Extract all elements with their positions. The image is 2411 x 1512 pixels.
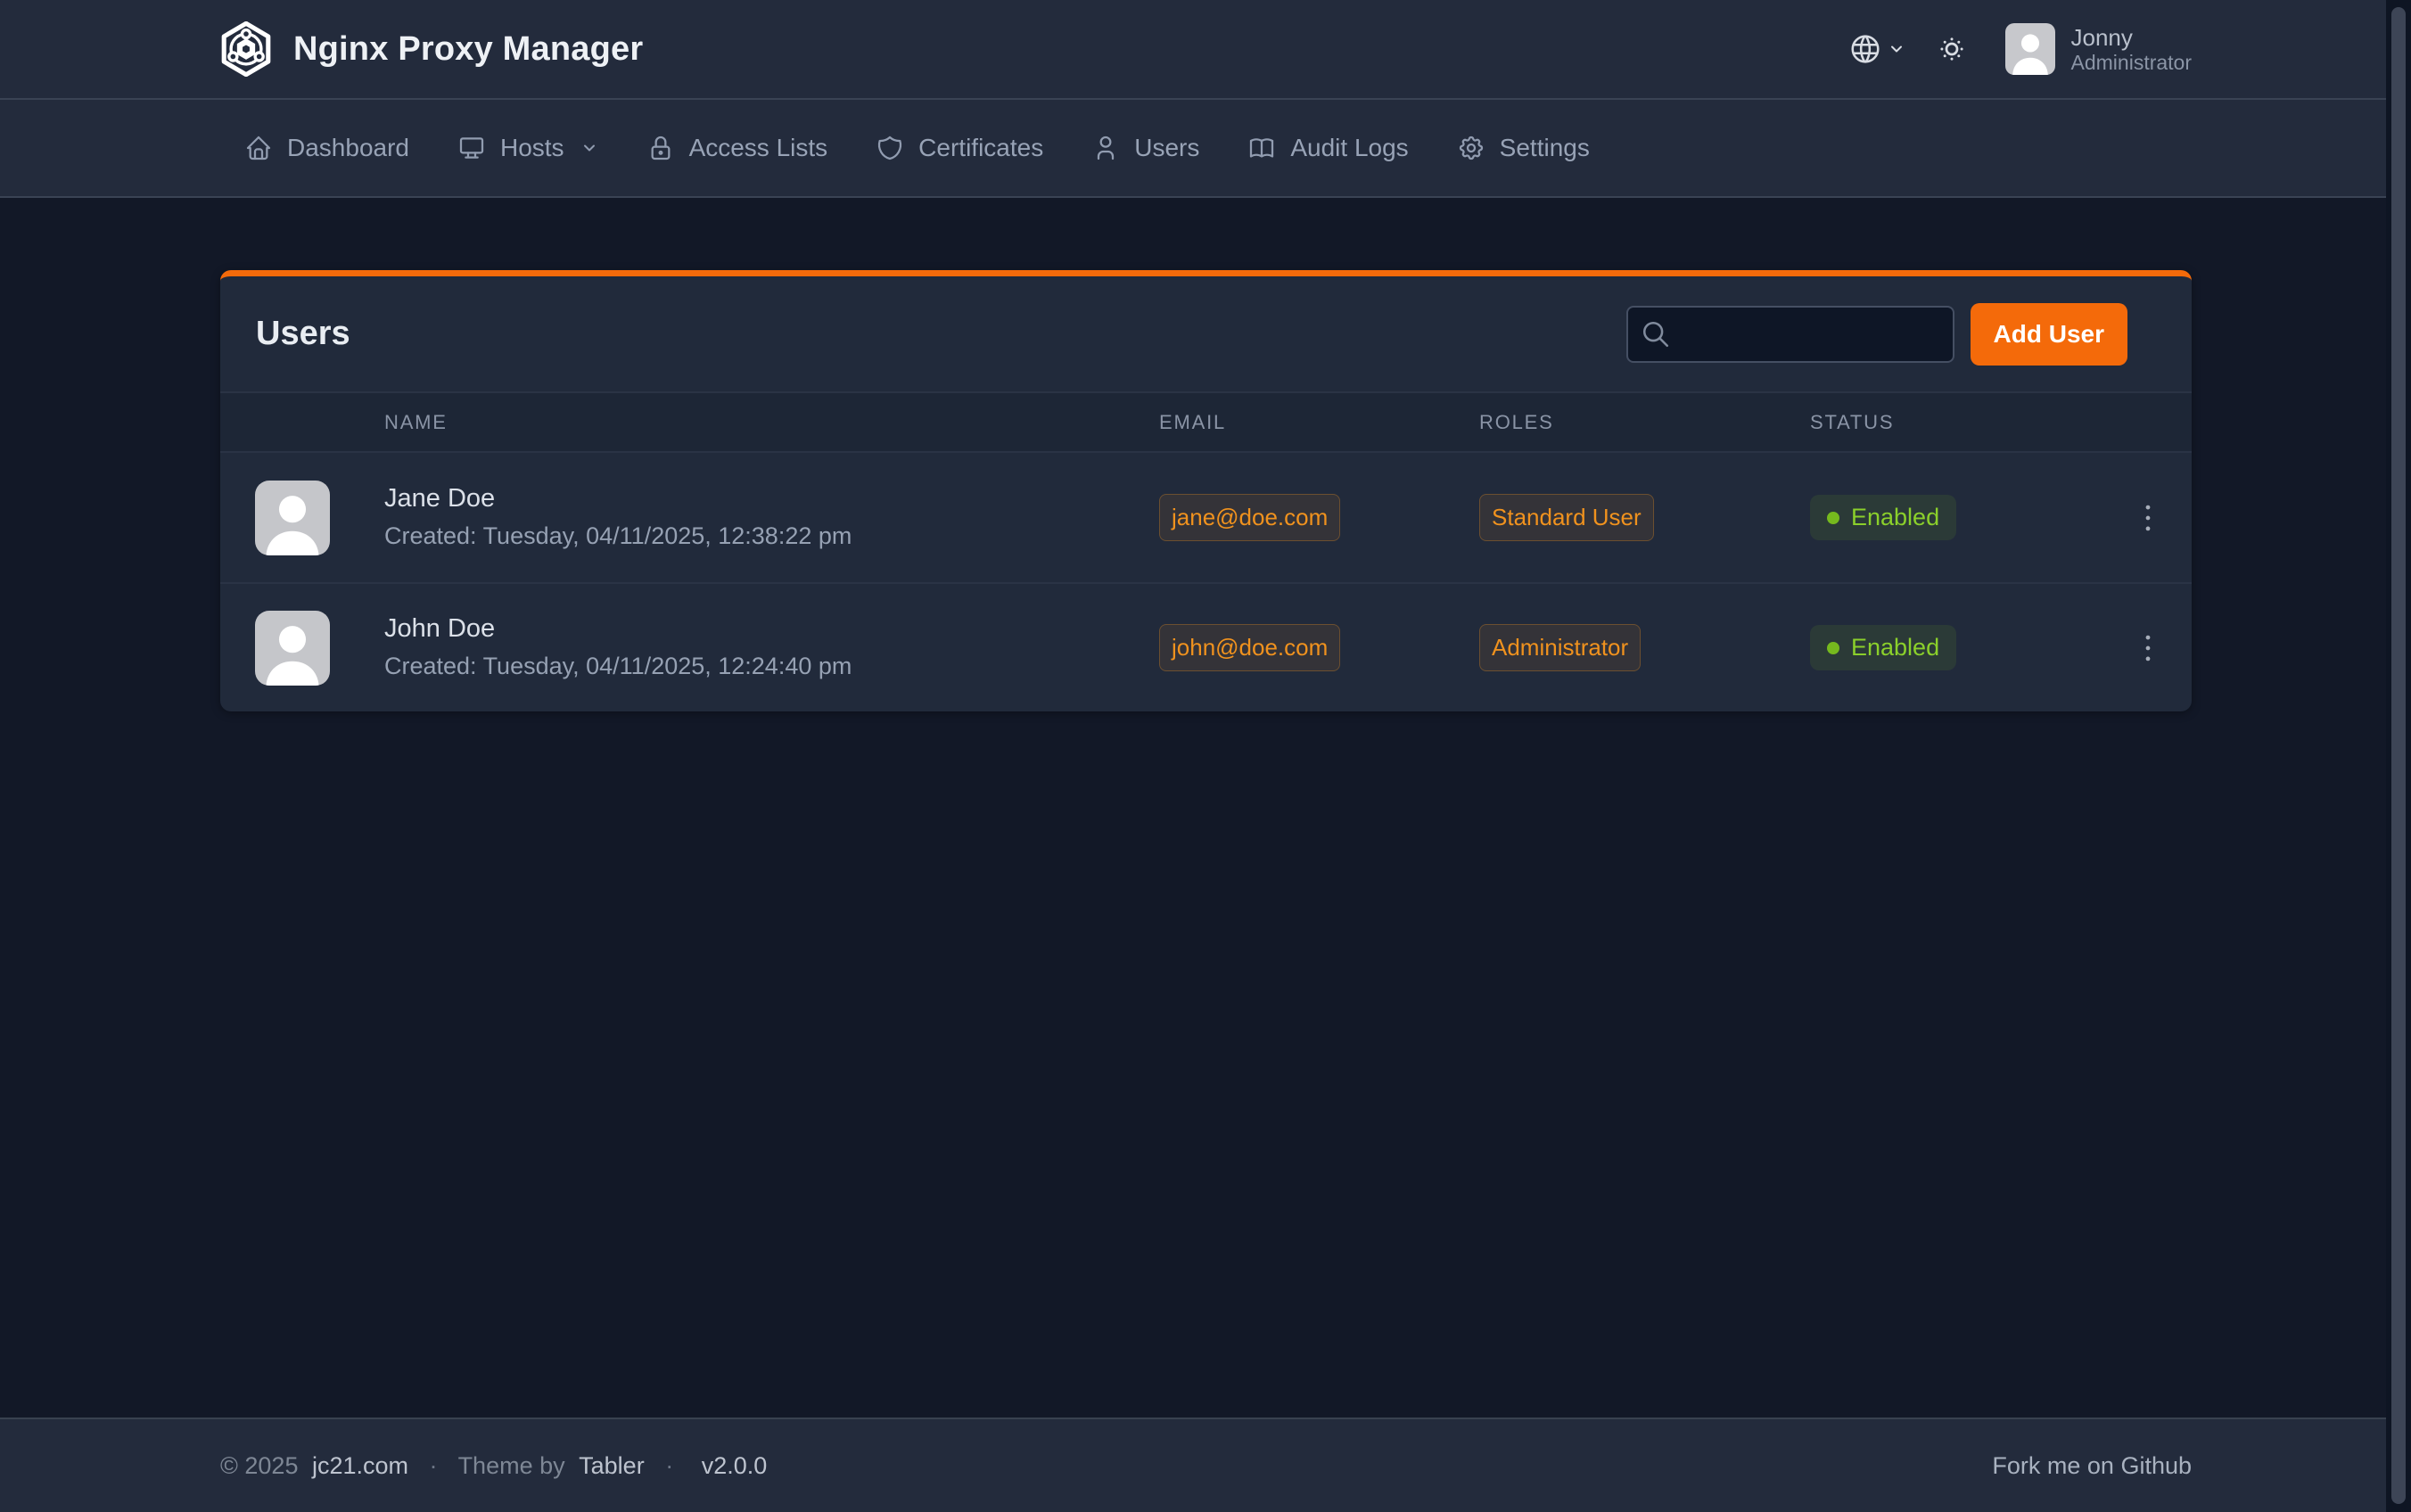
role-badge: Administrator [1479, 624, 1641, 671]
email-badge: jane@doe.com [1159, 494, 1340, 541]
version-text: v2.0.0 [702, 1452, 768, 1479]
person-silhouette-icon [255, 611, 330, 686]
person-silhouette-icon [2005, 23, 2055, 75]
email-badge: john@doe.com [1159, 624, 1340, 671]
sun-icon [1936, 33, 1968, 65]
nav-label: Access Lists [689, 134, 828, 162]
nav-label: Hosts [500, 134, 564, 162]
column-header-status: STATUS [1810, 411, 2104, 434]
row-menu-button[interactable] [2119, 489, 2176, 546]
app-title: Nginx Proxy Manager [293, 30, 643, 69]
theme-toggle-button[interactable] [1936, 33, 1968, 65]
status-label: Enabled [1851, 634, 1939, 662]
avatar [255, 481, 330, 555]
globe-icon [1848, 32, 1882, 66]
scrollbar-track[interactable] [2386, 0, 2411, 1512]
user-full-name: Jane Doe [384, 485, 852, 514]
user-icon [1091, 134, 1120, 162]
lock-icon [646, 134, 675, 162]
brand: Nginx Proxy Manager [220, 21, 643, 77]
language-button[interactable] [1848, 32, 1905, 66]
chevron-down-icon [1888, 40, 1905, 58]
table-row: Jane Doe Created: Tuesday, 04/11/2025, 1… [220, 453, 2192, 582]
status-dot-icon [1827, 512, 1839, 524]
copyright-text: © 2025 [220, 1452, 298, 1479]
avatar [255, 611, 330, 686]
nav-label: Audit Logs [1290, 134, 1408, 162]
nav-item-certificates[interactable]: Certificates [852, 100, 1067, 196]
user-full-name: John Doe [384, 615, 852, 644]
user-created-date: Created: Tuesday, 04/11/2025, 12:38:22 p… [384, 523, 852, 550]
user-name: Jonny [2071, 26, 2192, 49]
nav-label: Users [1134, 134, 1199, 162]
column-header-email: EMAIL [1159, 411, 1479, 434]
status-badge: Enabled [1810, 495, 1956, 540]
search-box [1626, 306, 1954, 363]
nav-item-dashboard[interactable]: Dashboard [220, 100, 433, 196]
page-title: Users [256, 315, 350, 353]
card-header: Users Add User [220, 276, 2192, 393]
status-dot-icon [1827, 642, 1839, 654]
topbar: Nginx Proxy Manager [0, 0, 2386, 100]
users-card: Users Add User NAME EMAIL [220, 270, 2192, 711]
column-header-roles: ROLES [1479, 411, 1810, 434]
kebab-menu-icon [2128, 498, 2168, 538]
nav-item-users[interactable]: Users [1067, 100, 1223, 196]
monitor-icon [457, 134, 486, 162]
add-user-button[interactable]: Add User [1971, 303, 2127, 366]
status-badge: Enabled [1810, 625, 1956, 670]
avatar [2005, 23, 2055, 75]
footer: © 2025 jc21.com · Theme by Tabler · v2.0… [0, 1418, 2386, 1512]
nav-item-settings[interactable]: Settings [1433, 100, 1614, 196]
main-nav: Dashboard Hosts [0, 100, 2386, 198]
nav-label: Dashboard [287, 134, 409, 162]
separator: · [430, 1452, 438, 1479]
nginx-proxy-manager-logo-icon [220, 21, 272, 77]
footer-credits: © 2025 jc21.com · Theme by Tabler · v2.0… [220, 1452, 767, 1480]
user-created-date: Created: Tuesday, 04/11/2025, 12:24:40 p… [384, 653, 852, 680]
user-menu[interactable]: Jonny Administrator [2005, 23, 2192, 75]
table-header: NAME EMAIL ROLES STATUS [220, 393, 2192, 453]
nav-item-access-lists[interactable]: Access Lists [622, 100, 852, 196]
nav-item-hosts[interactable]: Hosts [433, 100, 622, 196]
main-content: Users Add User NAME EMAIL [0, 198, 2386, 1418]
table-row: John Doe Created: Tuesday, 04/11/2025, 1… [220, 582, 2192, 711]
book-icon [1247, 134, 1276, 162]
column-header-name: NAME [220, 411, 1159, 434]
row-menu-button[interactable] [2119, 620, 2176, 677]
nav-item-audit-logs[interactable]: Audit Logs [1223, 100, 1432, 196]
search-input[interactable] [1626, 306, 1954, 363]
scrollbar-thumb[interactable] [2391, 7, 2406, 1504]
shield-icon [876, 134, 904, 162]
person-silhouette-icon [255, 481, 330, 555]
kebab-menu-icon [2128, 629, 2168, 668]
tabler-link[interactable]: Tabler [579, 1452, 645, 1479]
github-link[interactable]: Fork me on Github [1992, 1452, 2192, 1480]
chevron-down-icon [580, 139, 598, 157]
home-icon [244, 134, 273, 162]
status-label: Enabled [1851, 504, 1939, 531]
nav-label: Certificates [918, 134, 1043, 162]
app-root: Nginx Proxy Manager [0, 0, 2411, 1512]
theme-by-text: Theme by [458, 1452, 565, 1479]
separator: · [665, 1452, 673, 1479]
role-badge: Standard User [1479, 494, 1654, 541]
gear-icon [1457, 134, 1485, 162]
nav-label: Settings [1500, 134, 1590, 162]
jc21-link[interactable]: jc21.com [312, 1452, 408, 1479]
user-role: Administrator [2071, 53, 2192, 73]
